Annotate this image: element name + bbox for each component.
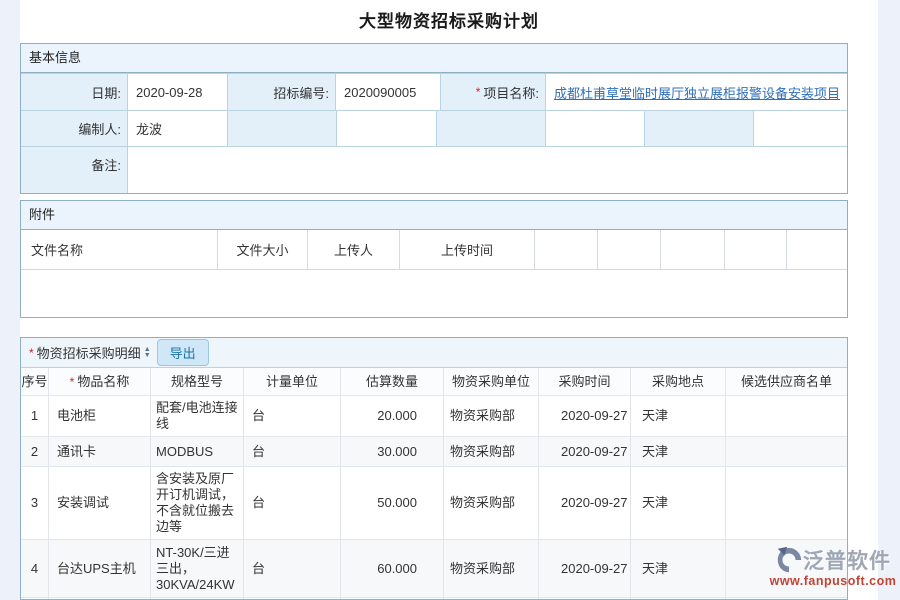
page-title: 大型物资招标采购计划 [20, 0, 878, 32]
table-cell: 60.000 [341, 540, 444, 597]
empty-cell [598, 230, 661, 269]
author-value: 龙波 [128, 111, 228, 146]
required-asterisk: * [70, 374, 75, 390]
basic-info-row-3: 备注: [21, 146, 847, 193]
table-cell: 电池柜 [49, 396, 151, 436]
export-button[interactable]: 导出 [157, 339, 209, 366]
table-cell: 安装调试 [49, 467, 151, 539]
attachments-empty-area [21, 270, 847, 317]
table-cell: 1 [21, 396, 49, 436]
attachments-section: 附件 文件名称 文件大小 上传人 上传时间 [20, 200, 848, 318]
author-label: 编制人: [21, 111, 128, 146]
remark-label: 备注: [21, 147, 128, 193]
detail-table-body: 1电池柜配套/电池连接线台20.000物资采购部2020-09-27天津2通讯卡… [21, 396, 847, 600]
col-item-name: * 物品名称 [49, 368, 151, 395]
project-label-text: 项目名称: [483, 83, 539, 102]
table-cell: NT-30K/三进三出，30KVA/24KW [151, 540, 244, 597]
empty-cell [535, 230, 598, 269]
col-uploader: 上传人 [308, 230, 400, 269]
required-asterisk: * [29, 346, 34, 360]
basic-info-row-1: 日期: 2020-09-28 招标编号: 2020090005 * 项目名称: … [21, 73, 847, 110]
empty-cell [437, 111, 546, 146]
table-row: 2通讯卡MODBUS台30.000物资采购部2020-09-27天津 [21, 437, 847, 467]
table-cell: 配套/电池连接线 [151, 396, 244, 436]
col-purchase-time: 采购时间 [539, 368, 631, 395]
table-cell: 2020-09-27 [539, 467, 631, 539]
project-value-cell: 成都杜甫草堂临时展厅独立展柜报警设备安装项目 [546, 74, 847, 110]
empty-cell [787, 230, 847, 269]
table-cell: 50.000 [341, 467, 444, 539]
table-cell: 4 [21, 540, 49, 597]
table-cell: 台 [244, 396, 341, 436]
col-item-name-text: 物品名称 [77, 374, 129, 390]
col-purchase-place: 采购地点 [631, 368, 726, 395]
table-cell: 天津 [631, 467, 726, 539]
empty-cell [754, 111, 847, 146]
col-file-name: 文件名称 [21, 230, 218, 269]
table-cell [726, 437, 847, 466]
empty-cell [228, 111, 337, 146]
col-file-size: 文件大小 [218, 230, 308, 269]
col-upload-time: 上传时间 [400, 230, 535, 269]
table-cell: 天津 [631, 540, 726, 597]
detail-section-title: 物资招标采购明细 [37, 343, 141, 362]
detail-header-row: 序号 * 物品名称 规格型号 计量单位 估算数量 物资采购单位 采购时间 采购地… [21, 368, 847, 396]
project-label: * 项目名称: [441, 74, 546, 110]
remark-value [128, 147, 847, 193]
table-cell: 天津 [631, 437, 726, 466]
attachments-column-row: 文件名称 文件大小 上传人 上传时间 [21, 230, 847, 270]
table-cell [726, 467, 847, 539]
detail-strip: * 物资招标采购明细 ▲ ▼ 导出 [21, 338, 847, 368]
table-cell: 20.000 [341, 396, 444, 436]
table-cell: 台 [244, 437, 341, 466]
table-cell: 物资采购部 [444, 437, 539, 466]
table-cell: MODBUS [151, 437, 244, 466]
basic-info-row-2: 编制人: 龙波 [21, 110, 847, 146]
empty-cell [546, 111, 645, 146]
sort-down-icon: ▼ [144, 353, 151, 359]
table-cell [726, 396, 847, 436]
table-row: 4台达UPS主机NT-30K/三进三出，30KVA/24KW台60.000物资采… [21, 540, 847, 598]
col-est-qty: 估算数量 [341, 368, 444, 395]
table-cell: 物资采购部 [444, 396, 539, 436]
table-cell: 2 [21, 437, 49, 466]
table-cell: 台达UPS主机 [49, 540, 151, 597]
col-spec: 规格型号 [151, 368, 244, 395]
basic-info-header: 基本信息 [21, 44, 847, 73]
empty-cell [645, 111, 754, 146]
table-cell: 天津 [631, 396, 726, 436]
date-value: 2020-09-28 [128, 74, 228, 110]
detail-section: * 物资招标采购明细 ▲ ▼ 导出 序号 * 物品名称 规格型号 计量单位 估算… [20, 337, 848, 600]
table-cell: 2020-09-27 [539, 437, 631, 466]
empty-cell [661, 230, 725, 269]
required-asterisk: * [476, 85, 481, 99]
table-cell: 3 [21, 467, 49, 539]
table-cell: 2020-09-27 [539, 396, 631, 436]
project-name-link[interactable]: 成都杜甫草堂临时展厅独立展柜报警设备安装项目 [554, 83, 840, 102]
table-cell: 物资采购部 [444, 540, 539, 597]
col-unit: 计量单位 [244, 368, 341, 395]
bid-no-label: 招标编号: [228, 74, 336, 110]
col-candidate-suppliers: 候选供应商名单 [726, 368, 847, 395]
table-cell: 通讯卡 [49, 437, 151, 466]
basic-info-section: 基本信息 日期: 2020-09-28 招标编号: 2020090005 * 项… [20, 43, 848, 194]
sort-arrows[interactable]: ▲ ▼ [144, 347, 151, 359]
table-row: 1电池柜配套/电池连接线台20.000物资采购部2020-09-27天津 [21, 396, 847, 437]
table-cell: 30.000 [341, 437, 444, 466]
col-purchase-dept: 物资采购单位 [444, 368, 539, 395]
table-cell: 含安装及原厂开订机调试，不含就位搬去边等 [151, 467, 244, 539]
empty-cell [337, 111, 437, 146]
empty-cell [725, 230, 787, 269]
detail-table: 序号 * 物品名称 规格型号 计量单位 估算数量 物资采购单位 采购时间 采购地… [21, 368, 847, 600]
table-cell: 台 [244, 540, 341, 597]
date-label: 日期: [21, 74, 128, 110]
table-row: 3安装调试含安装及原厂开订机调试，不含就位搬去边等台50.000物资采购部202… [21, 467, 847, 540]
table-cell: 物资采购部 [444, 467, 539, 539]
table-cell: 台 [244, 467, 341, 539]
attachments-header: 附件 [21, 201, 847, 230]
table-cell: 2020-09-27 [539, 540, 631, 597]
bid-no-value: 2020090005 [336, 74, 441, 110]
table-cell [726, 540, 847, 597]
col-seq: 序号 [21, 368, 49, 395]
